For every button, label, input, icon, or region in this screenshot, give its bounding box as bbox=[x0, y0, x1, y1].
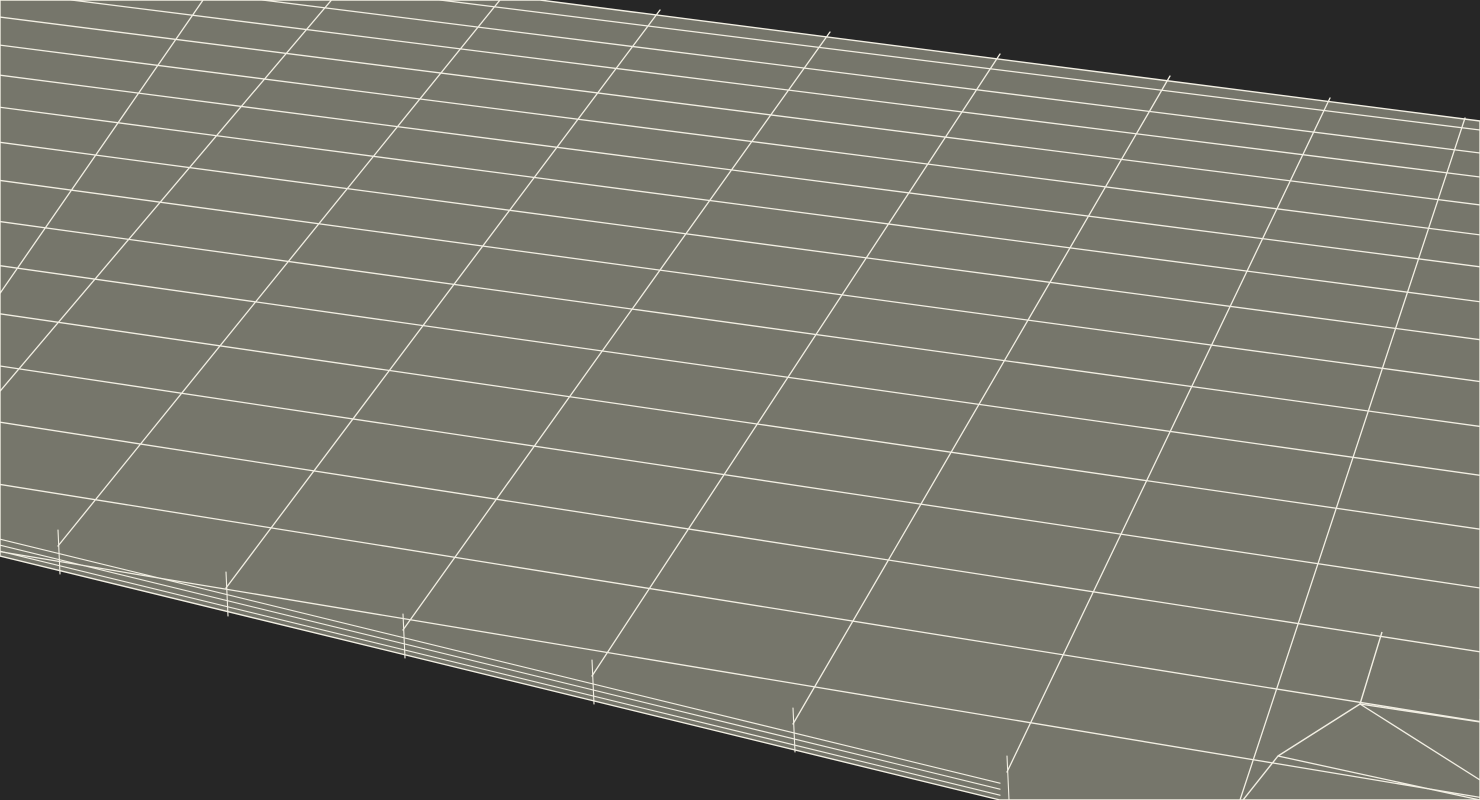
wireframe-mesh bbox=[0, 0, 1480, 800]
mesh-surface bbox=[0, 0, 1480, 800]
wireframe-viewport bbox=[0, 0, 1480, 800]
